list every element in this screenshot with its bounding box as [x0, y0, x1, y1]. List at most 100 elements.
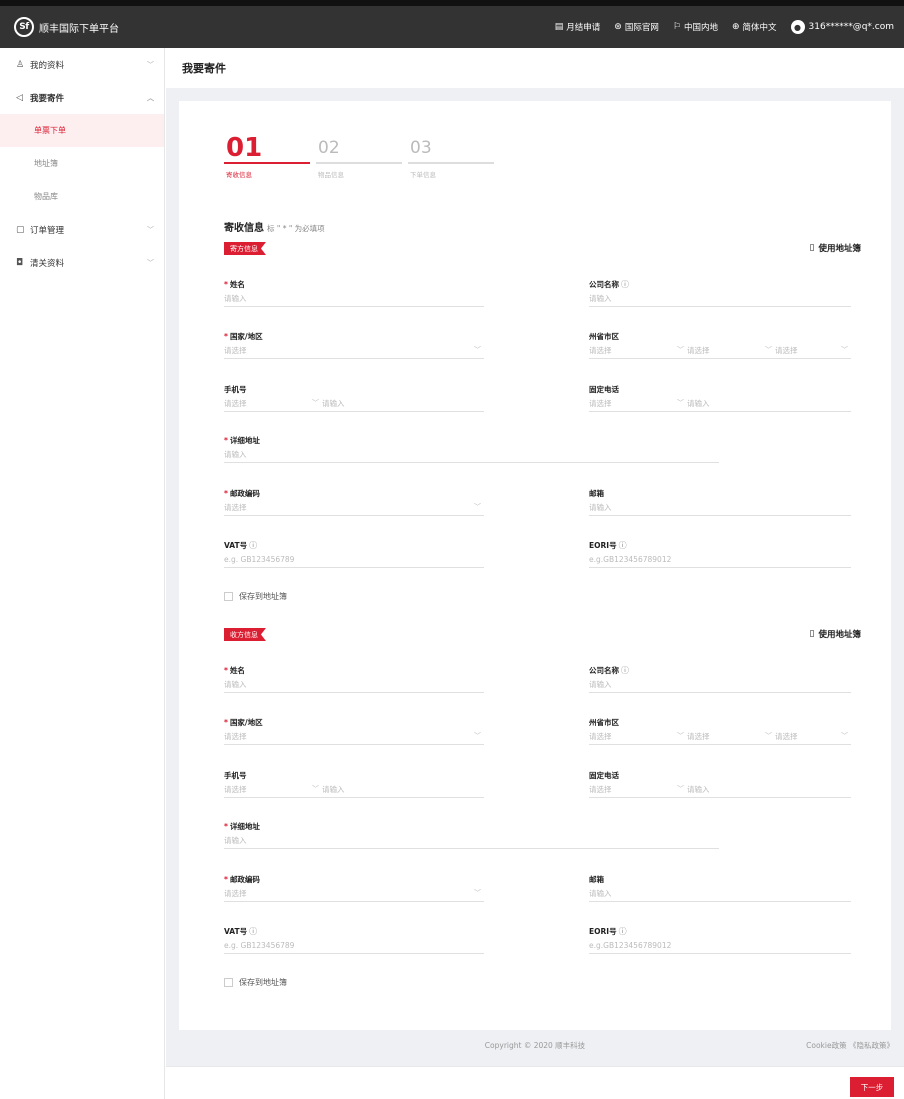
sender-province-field: 州省市区 请选择 ﹀ 请选择 ﹀ 请选择 ﹀	[589, 330, 851, 359]
receiver-mobile-input: 请选择 ﹀ 请输入	[224, 781, 484, 798]
checkbox[interactable]	[224, 592, 233, 601]
sidebar-item-orders[interactable]: ▢ 订单管理 ﹀	[0, 213, 164, 246]
province-select[interactable]: 请选择	[589, 728, 677, 745]
language-icon: ⊕	[731, 22, 740, 32]
receiver-postcode-select[interactable]: 请选择 ﹀	[224, 885, 484, 902]
topnav-monthly-apply[interactable]: ▤ 月结申请	[555, 21, 601, 33]
chevron-down-icon: ﹀	[677, 346, 684, 354]
topnav-intl-site[interactable]: ⊛ 国际官网	[614, 21, 659, 33]
info-icon[interactable]: ⓘ	[619, 926, 627, 937]
info-icon[interactable]: ⓘ	[621, 279, 629, 290]
page-title: 我要寄件	[166, 48, 904, 88]
sender-province-selects: 请选择 ﹀ 请选择 ﹀ 请选择 ﹀	[589, 342, 851, 359]
mobile-number-input[interactable]: ﹀ 请输入	[312, 395, 345, 412]
sender-country-select[interactable]: 请选择 ﹀	[224, 342, 484, 359]
province-select[interactable]: 请选择	[589, 342, 677, 359]
step-number: 01	[226, 133, 263, 163]
field-label: 固定电话	[589, 384, 619, 394]
step-2: 02 物品信息	[316, 134, 408, 179]
receiver-name-input[interactable]: 请输入	[224, 676, 484, 693]
sidebar-subitem-single-order[interactable]: 单票下单	[0, 114, 164, 147]
city-select[interactable]: ﹀ 请选择	[677, 342, 765, 359]
use-book-label: 使用地址簿	[818, 244, 861, 254]
calendar-icon: ▤	[554, 22, 564, 32]
privacy-policy-link[interactable]: 《隐私政策》	[849, 1041, 894, 1050]
receiver-country-select[interactable]: 请选择 ﹀	[224, 728, 484, 745]
sidebar-item-my-profile[interactable]: ♙ 我的资料 ﹀	[0, 48, 164, 81]
sender-use-address-book[interactable]: ▯ 使用地址簿	[810, 242, 861, 254]
field-label: VAT号	[224, 926, 248, 936]
sender-address-input[interactable]: 请输入	[224, 446, 719, 463]
next-step-button[interactable]: 下一步	[850, 1077, 894, 1097]
receiver-landline-field: 固定电话 请选择 ﹀ 请输入	[589, 769, 851, 798]
chevron-down-icon: ﹀	[841, 732, 848, 740]
info-icon[interactable]: ⓘ	[619, 540, 627, 551]
landline-number-input[interactable]: ﹀ 请输入	[677, 781, 710, 798]
receiver-email-input[interactable]: 请输入	[589, 885, 851, 902]
mobile-number-input[interactable]: ﹀ 请输入	[312, 781, 345, 798]
receiver-address-input[interactable]: 请输入	[224, 832, 719, 849]
receiver-company-field: 公司名称 ⓘ 请输入	[589, 664, 851, 693]
sidebar: ♙ 我的资料 ﹀ ◁ 我要寄件 ︿ 单票下单 地址簿 物品库 ▢ 订单管理 ﹀ …	[0, 48, 165, 1099]
city-select[interactable]: ﹀ 请选择	[677, 728, 765, 745]
field-label: 手机号	[224, 770, 247, 780]
info-icon[interactable]: ⓘ	[621, 665, 629, 676]
sf-logo-icon: Sf	[14, 17, 34, 37]
sender-company-input[interactable]: 请输入	[589, 290, 851, 307]
checkbox[interactable]	[224, 978, 233, 987]
step-1: 01 寄收信息	[224, 134, 316, 179]
topnav-language[interactable]: ⊕ 简体中文	[732, 21, 777, 33]
sidebar-item-send[interactable]: ◁ 我要寄件 ︿	[0, 81, 164, 114]
user-menu[interactable]: ● 316******@q*.com	[790, 20, 894, 34]
sender-email-input[interactable]: 请输入	[589, 499, 851, 516]
receiver-company-input[interactable]: 请输入	[589, 676, 851, 693]
sidebar-item-customs[interactable]: ◘ 清关资料 ﹀	[0, 246, 164, 279]
globe-icon: ⊛	[614, 22, 622, 32]
sender-mobile-input: 请选择 ﹀ 请输入	[224, 395, 484, 412]
receiver-eori-input[interactable]: e.g.GB123456789012	[589, 937, 851, 954]
landline-number-input[interactable]: ﹀ 请输入	[677, 395, 710, 412]
topnav-region[interactable]: ⚐ 中国内地	[673, 21, 718, 33]
field-label: 公司名称	[589, 665, 619, 675]
field-label: 邮箱	[589, 488, 604, 498]
info-icon[interactable]: ⓘ	[249, 926, 257, 937]
sidebar-subitem-address-book[interactable]: 地址簿	[0, 147, 164, 180]
sidebar-item-label: 清关资料	[30, 258, 65, 269]
field-label: 州省市区	[589, 331, 619, 341]
field-label: EORI号	[589, 540, 617, 550]
chevron-down-icon: ﹀	[312, 399, 319, 407]
cookie-policy-link[interactable]: Cookie政策	[806, 1041, 846, 1050]
receiver-use-address-book[interactable]: ▯ 使用地址簿	[810, 628, 861, 640]
sender-vat-input[interactable]: e.g. GB123456789	[224, 551, 484, 568]
field-label: 国家/地区	[229, 331, 263, 341]
receiver-save-to-book[interactable]: 保存到地址簿	[224, 977, 287, 988]
checkbox-label: 保存到地址簿	[239, 592, 287, 601]
section-title: 寄收信息标 " * " 为必填项	[224, 219, 325, 234]
field-label: 州省市区	[589, 717, 619, 727]
country-code-select[interactable]: 请选择	[224, 781, 312, 798]
info-icon[interactable]: ⓘ	[249, 540, 257, 551]
district-select[interactable]: ﹀ 请选择	[765, 342, 851, 359]
district-select[interactable]: ﹀ 请选择	[765, 728, 851, 745]
area-code-select[interactable]: 请选择	[589, 781, 677, 798]
receiver-landline-input: 请选择 ﹀ 请输入	[589, 781, 851, 798]
area-code-select[interactable]: 请选择	[589, 395, 677, 412]
required-hint: 标 " * " 为必填项	[267, 224, 325, 233]
sender-save-to-book[interactable]: 保存到地址簿	[224, 591, 287, 602]
receiver-vat-field: VAT号 ⓘ e.g. GB123456789	[224, 925, 484, 954]
country-code-select[interactable]: 请选择	[224, 395, 312, 412]
field-label: 姓名	[229, 279, 245, 289]
logo[interactable]: Sf 顺丰国际下单平台	[14, 17, 119, 37]
sender-name-input[interactable]: 请输入	[224, 290, 484, 307]
sidebar-item-label: 我要寄件	[30, 93, 65, 104]
step-bar	[316, 162, 402, 164]
chevron-up-icon: ︿	[147, 93, 154, 102]
sidebar-subitem-item-library[interactable]: 物品库	[0, 180, 164, 213]
sender-eori-input[interactable]: e.g.GB123456789012	[589, 551, 851, 568]
flag-icon: ⚐	[672, 22, 681, 32]
field-label: 邮政编码	[229, 874, 260, 884]
step-label: 下单信息	[410, 171, 436, 179]
field-label: 手机号	[224, 384, 247, 394]
receiver-vat-input[interactable]: e.g. GB123456789	[224, 937, 484, 954]
sender-postcode-select[interactable]: 请选择 ﹀	[224, 499, 484, 516]
